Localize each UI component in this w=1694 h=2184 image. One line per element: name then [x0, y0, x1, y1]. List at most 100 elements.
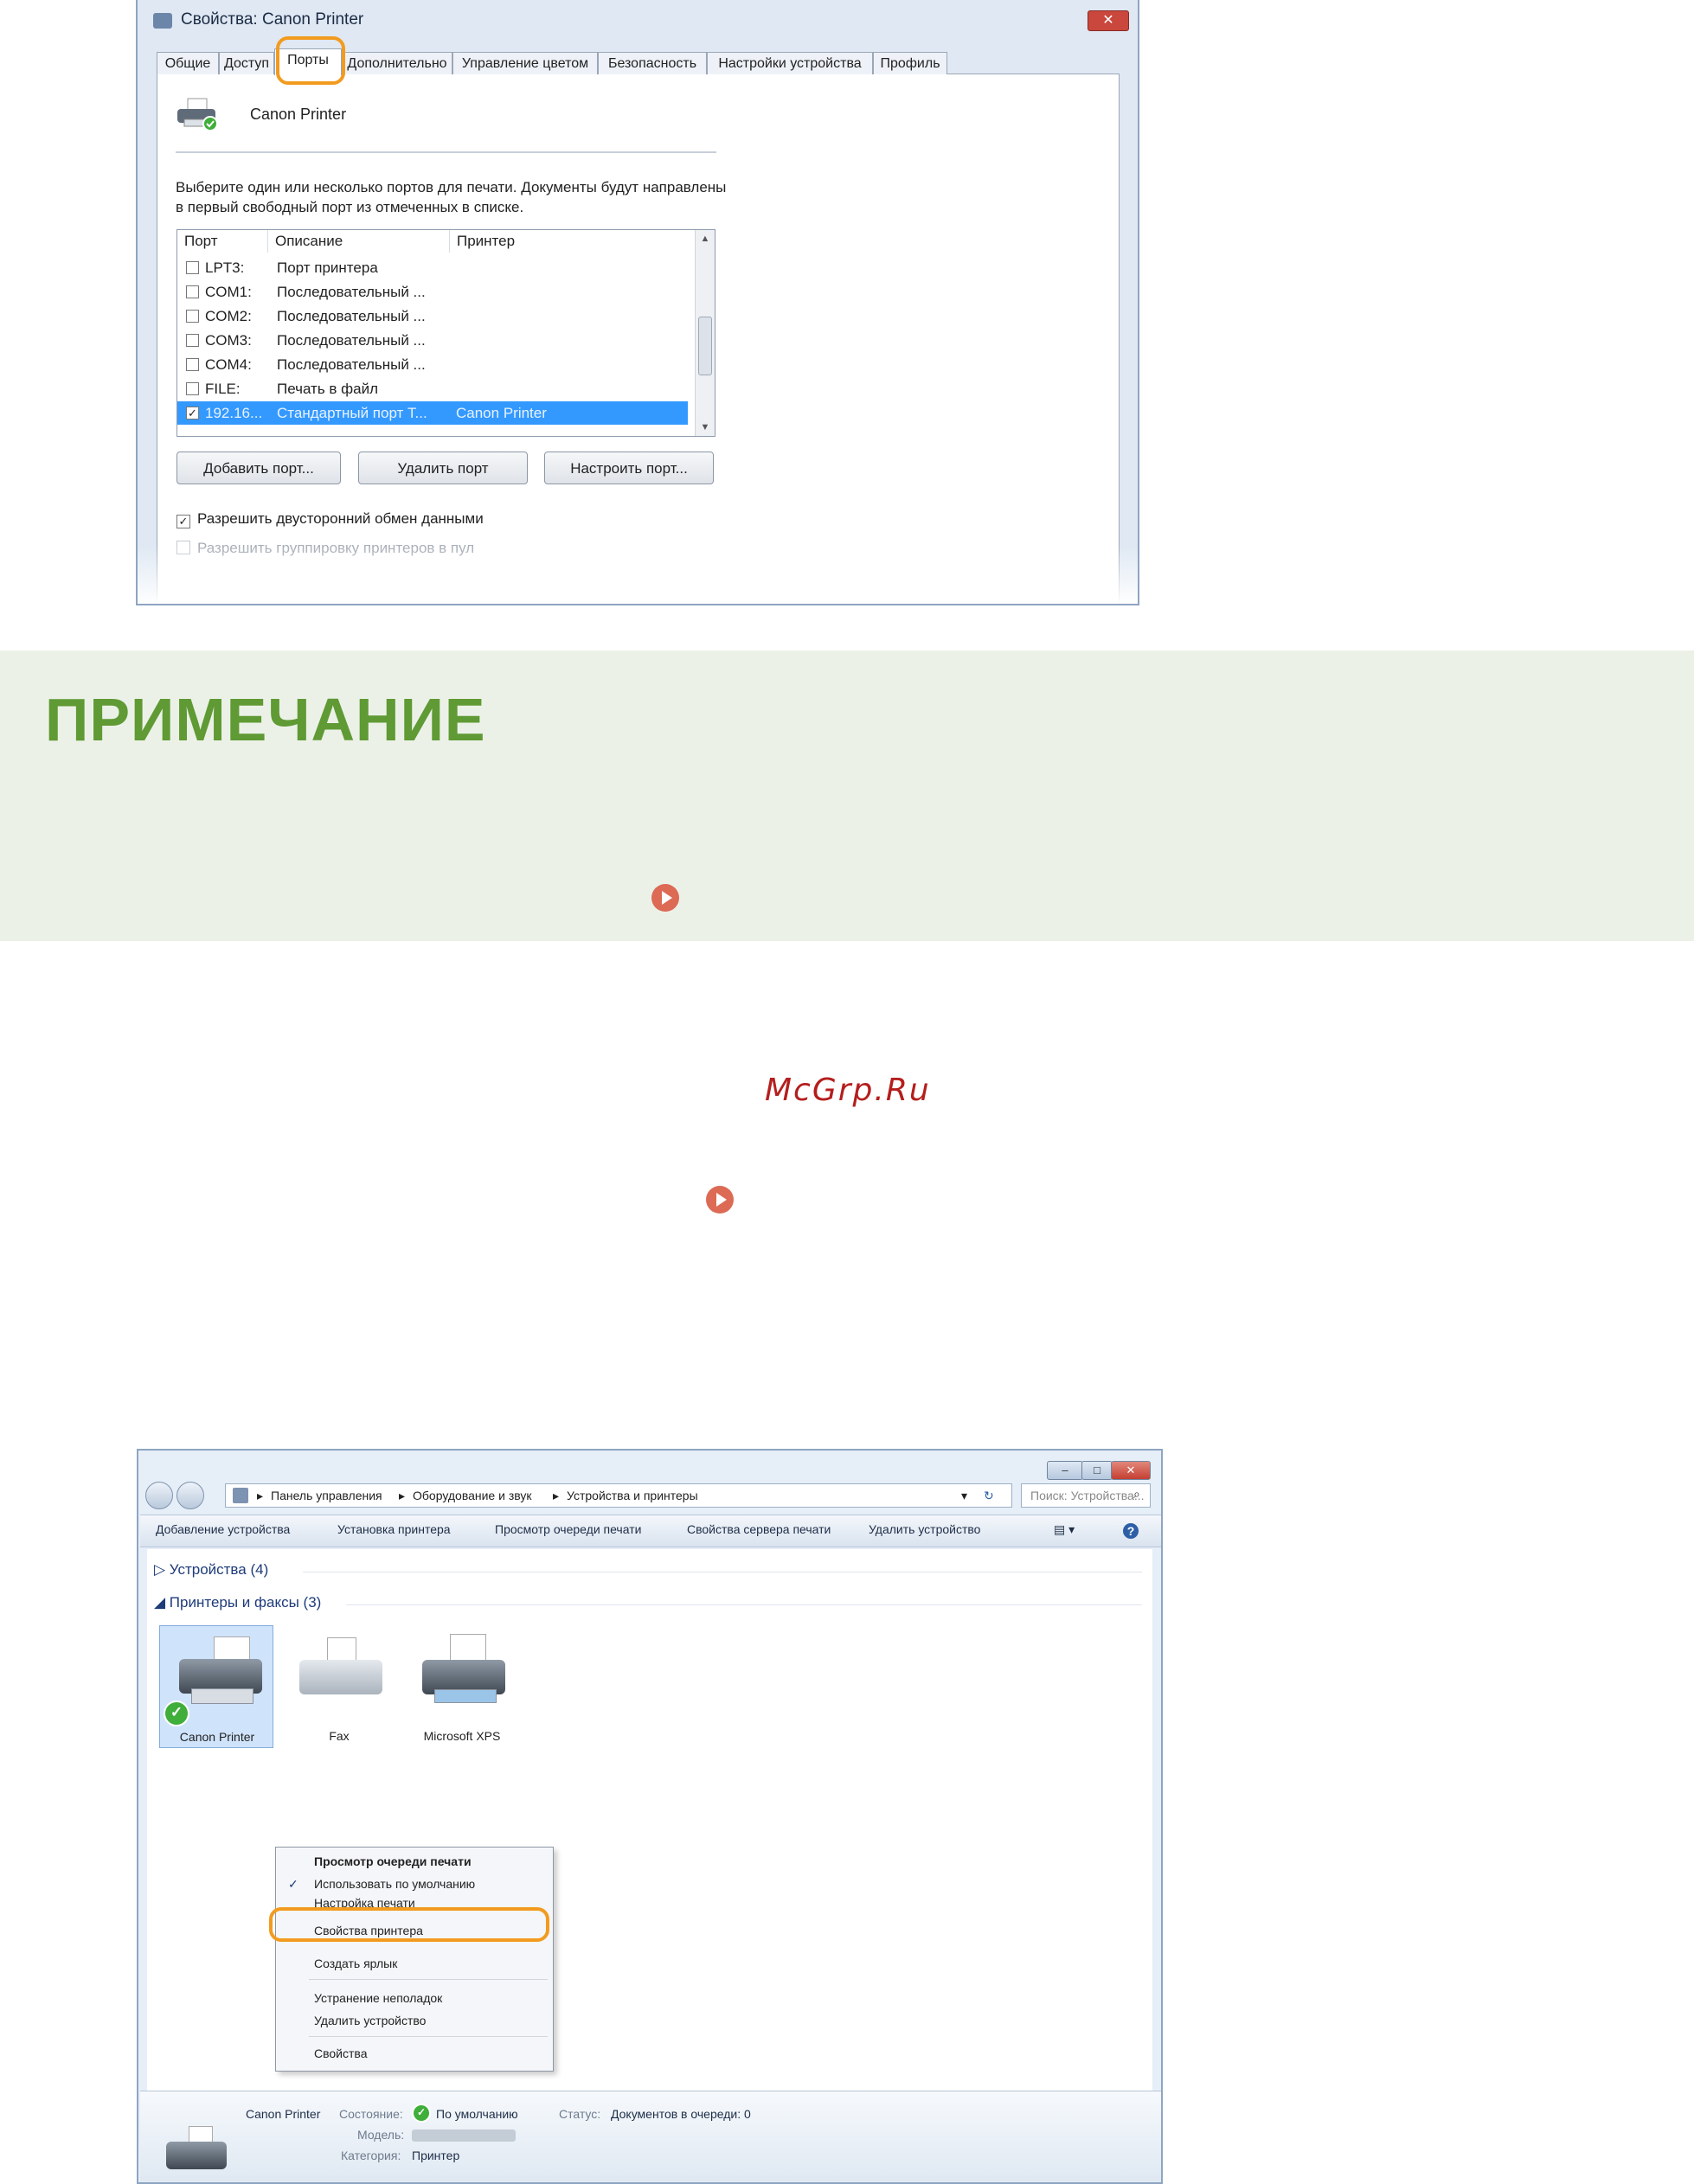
bidirectional-checkbox[interactable]: ✓ Разрешить двусторонний обмен данными — [176, 510, 484, 528]
port-checkbox[interactable] — [186, 358, 199, 371]
column-port[interactable]: Порт — [177, 230, 268, 253]
dropdown-icon[interactable]: ▾ — [961, 1484, 967, 1507]
port-description: Стандартный порт T... — [277, 405, 427, 421]
link-arrow-icon[interactable] — [706, 1186, 734, 1214]
menu-item-create-shortcut[interactable]: Создать ярлык — [314, 1957, 397, 1970]
port-row[interactable]: FILE: Печать в файл — [177, 377, 688, 400]
printer-properties-highlight — [269, 1907, 549, 1942]
port-row[interactable]: COM3: Последовательный ... — [177, 329, 688, 352]
port-row[interactable]: COM1: Последовательный ... — [177, 280, 688, 304]
add-printer-button[interactable]: Установка принтера — [337, 1522, 451, 1536]
menu-item-remove-device[interactable]: Удалить устройство — [314, 2014, 426, 2027]
device-label: Canon Printer — [179, 1730, 255, 1744]
remove-device-button[interactable]: Удалить устройство — [869, 1522, 980, 1536]
breadcrumb-hardware[interactable]: Оборудование и звук — [413, 1484, 532, 1507]
port-name: COM2: — [205, 308, 252, 324]
expand-icon[interactable]: ▷ — [154, 1561, 170, 1578]
delete-port-button[interactable]: Удалить порт — [358, 452, 528, 484]
group-devices-label: Устройства (4) — [169, 1561, 269, 1578]
menu-item-troubleshoot[interactable]: Устранение неполадок — [314, 1991, 442, 2005]
tab-security[interactable]: Безопасность — [598, 52, 707, 74]
minimize-button[interactable]: – — [1047, 1461, 1083, 1480]
port-name: 192.16... — [205, 405, 263, 421]
checkbox-check-icon[interactable]: ✓ — [176, 515, 190, 528]
add-device-button[interactable]: Добавление устройства — [156, 1522, 290, 1536]
port-checkbox[interactable] — [186, 334, 199, 347]
see-print-queue-button[interactable]: Просмотр очереди печати — [495, 1522, 641, 1536]
breadcrumb-control-panel[interactable]: Панель управления — [271, 1484, 382, 1507]
port-printer: Canon Printer — [456, 405, 547, 421]
command-bar: Добавление устройства Установка принтера… — [140, 1515, 1161, 1547]
device-xps[interactable]: Microsoft XPS — [405, 1625, 519, 1748]
maximize-button[interactable]: □ — [1081, 1461, 1113, 1480]
tab-advanced[interactable]: Дополнительно — [342, 52, 452, 74]
collapse-icon[interactable]: ◢ — [154, 1594, 170, 1611]
port-checkbox[interactable] — [186, 285, 199, 298]
tab-color-management[interactable]: Управление цветом — [452, 52, 598, 74]
port-checkbox[interactable] — [186, 382, 199, 395]
group-printers[interactable]: ◢ Принтеры и факсы (3) — [154, 1594, 321, 1611]
menu-separator — [309, 2036, 548, 2037]
tab-device-settings[interactable]: Настройки устройства — [707, 52, 873, 74]
context-menu: Просмотр очереди печати ✓ Использовать п… — [275, 1847, 554, 2072]
menu-item-set-default[interactable]: Использовать по умолчанию — [314, 1877, 475, 1891]
detail-state-value: По умолчанию — [436, 2107, 518, 2121]
menu-item-properties[interactable]: Свойства — [314, 2046, 367, 2060]
refresh-icon[interactable]: ↻ — [984, 1484, 994, 1507]
group-divider — [346, 1604, 1142, 1605]
group-printers-label: Принтеры и факсы (3) — [169, 1594, 322, 1611]
column-printer[interactable]: Принтер — [450, 230, 692, 253]
breadcrumb-sep-icon: ▸ — [257, 1489, 264, 1502]
print-server-properties-button[interactable]: Свойства сервера печати — [687, 1522, 831, 1536]
detail-category-value: Принтер — [412, 2149, 460, 2162]
port-checkbox[interactable]: ✓ — [186, 407, 199, 420]
search-input[interactable]: Поиск: Устройства... — [1021, 1483, 1151, 1508]
device-canon-printer[interactable]: ✓ Canon Printer — [159, 1625, 273, 1748]
printer-name: Canon Printer — [250, 106, 347, 123]
help-icon[interactable]: ? — [1123, 1523, 1139, 1539]
scroll-thumb[interactable] — [698, 317, 712, 375]
ports-description: Выберите один или несколько портов для п… — [176, 179, 727, 215]
note-section: ПРИМЕЧАНИЕ — [0, 650, 1694, 941]
configure-port-button[interactable]: Настроить порт... — [544, 452, 714, 484]
port-row[interactable]: COM4: Последовательный ... — [177, 353, 688, 376]
state-ok-icon: ✓ — [412, 2104, 431, 2123]
port-name: LPT3: — [205, 259, 245, 276]
tab-sharing[interactable]: Доступ — [219, 52, 274, 74]
breadcrumb-devices[interactable]: Устройства и принтеры — [567, 1484, 698, 1507]
ports-list[interactable]: Порт Описание Принтер LPT3: Порт принтера… — [176, 229, 715, 437]
close-window-button[interactable]: ✕ — [1111, 1461, 1151, 1480]
detail-status-key: Статус: — [559, 2107, 601, 2121]
port-row[interactable]: ✓ 192.16... Стандартный порт T... Canon Pri… — [177, 401, 688, 425]
forward-button[interactable] — [176, 1482, 204, 1509]
tab-profile[interactable]: Профиль — [873, 52, 947, 74]
link-arrow-icon[interactable] — [651, 884, 679, 912]
port-row[interactable]: LPT3: Порт принтера — [177, 256, 688, 279]
group-devices[interactable]: ▷ Устройства (4) — [154, 1561, 268, 1579]
port-description: Последовательный ... — [277, 332, 426, 349]
port-name: COM1: — [205, 284, 252, 300]
view-options-icon[interactable]: ▤ ▾ — [1054, 1522, 1075, 1537]
add-port-button[interactable]: Добавить порт... — [176, 452, 341, 484]
ports-scrollbar[interactable]: ▲ ▼ — [695, 230, 715, 436]
scroll-up-icon[interactable]: ▲ — [696, 234, 715, 244]
port-description: Последовательный ... — [277, 308, 426, 324]
tab-general[interactable]: Общие — [157, 52, 219, 74]
close-button[interactable]: ✕ — [1088, 10, 1129, 31]
scroll-down-icon[interactable]: ▼ — [696, 422, 715, 432]
separator — [176, 151, 716, 153]
note-heading: ПРИМЕЧАНИЕ — [45, 686, 486, 753]
details-pane: Canon Printer Состояние: ✓ По умолчанию … — [140, 2091, 1161, 2182]
printer-icon — [166, 2142, 227, 2169]
port-row[interactable]: COM2: Последовательный ... — [177, 304, 688, 328]
port-description: Последовательный ... — [277, 356, 426, 373]
menu-item-print-queue[interactable]: Просмотр очереди печати — [314, 1854, 472, 1868]
port-name: COM3: — [205, 332, 252, 349]
port-checkbox[interactable] — [186, 261, 199, 274]
ports-tab-highlight — [276, 36, 345, 85]
column-description[interactable]: Описание — [268, 230, 450, 253]
device-fax[interactable]: Fax — [282, 1625, 396, 1748]
address-bar[interactable]: ▸ Панель управления ▸ Оборудование и зву… — [225, 1483, 1012, 1508]
back-button[interactable] — [145, 1482, 173, 1509]
port-checkbox[interactable] — [186, 310, 199, 323]
